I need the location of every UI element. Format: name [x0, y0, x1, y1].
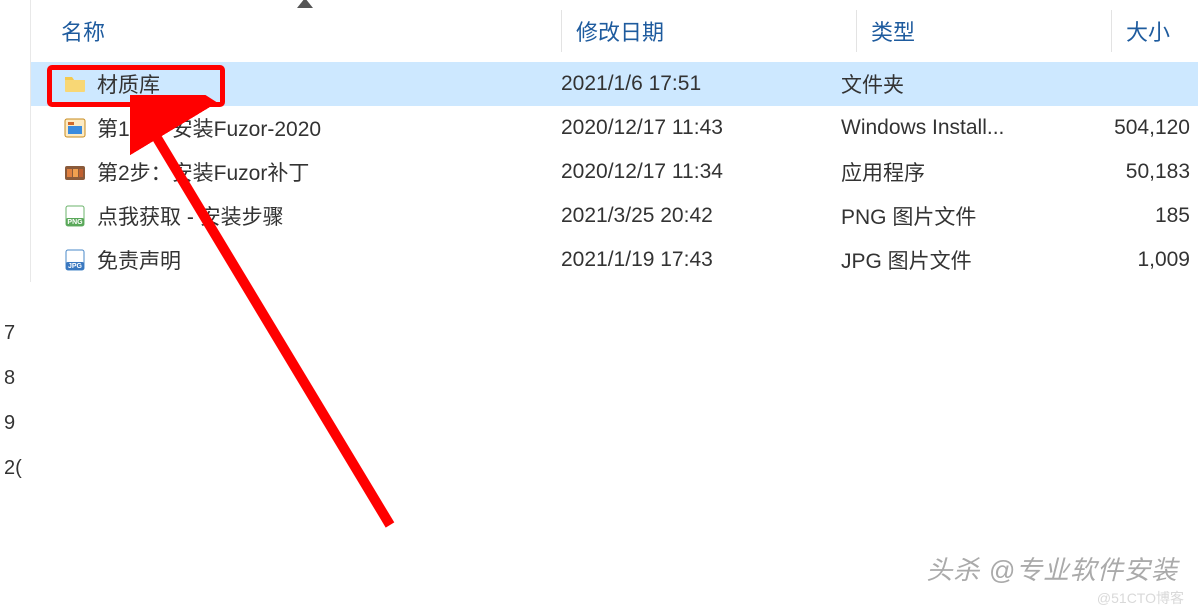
svg-text:JPG: JPG [68, 263, 83, 270]
table-row[interactable]: PNG 点我获取 - 安装步骤 2021/3/25 20:42PNG 图片文件185 [31, 194, 1198, 238]
file-size-cell: 504,120 [1081, 116, 1198, 140]
file-name-cell[interactable]: JPG 免责声明 [31, 245, 561, 275]
file-type-cell: 文件夹 [841, 69, 1081, 99]
file-date-cell: 2021/3/25 20:42 [561, 204, 841, 228]
file-size-cell: 50,183 [1081, 160, 1198, 184]
file-name-label: 点我获取 - 安装步骤 [97, 201, 284, 231]
file-size-cell: 1,009 [1081, 248, 1198, 272]
table-row[interactable]: JPG 免责声明 2021/1/19 17:43JPG 图片文件1,009 [31, 238, 1198, 282]
file-name-label: 免责声明 [97, 245, 181, 275]
file-size-cell: 185 [1081, 204, 1198, 228]
file-name-cell[interactable]: 材质库 [31, 69, 561, 99]
folder-icon [63, 72, 87, 96]
file-date-cell: 2020/12/17 11:43 [561, 116, 841, 140]
file-type-cell: PNG 图片文件 [841, 201, 1081, 231]
watermark-main: 头杀 @专业软件安装 [926, 550, 1178, 587]
file-type-cell: JPG 图片文件 [841, 245, 1081, 275]
file-date-cell: 2020/12/17 11:34 [561, 160, 841, 184]
left-ruler: 7 8 9 2( [0, 320, 25, 482]
exe-icon [63, 160, 87, 184]
column-header-size[interactable]: 大小 [1126, 15, 1198, 47]
svg-text:PNG: PNG [67, 219, 83, 226]
jpg-icon: JPG [63, 248, 87, 272]
table-row[interactable]: 第2步：安装Fuzor补丁 2020/12/17 11:34应用程序50,183 [31, 150, 1198, 194]
file-type-cell: 应用程序 [841, 157, 1081, 187]
table-row[interactable]: 材质库 2021/1/6 17:51文件夹 [31, 62, 1198, 106]
file-name-label: 第1步：安装Fuzor-2020 [97, 113, 321, 143]
file-list-pane: 名称 修改日期 类型 大小 材质库 2021/1/6 17:51文件夹第1步：安装… [30, 0, 1198, 282]
file-date-cell: 2021/1/6 17:51 [561, 72, 841, 96]
column-header-name[interactable]: 名称 [31, 15, 561, 47]
file-name-label: 材质库 [97, 69, 160, 99]
column-header-row: 名称 修改日期 类型 大小 [31, 0, 1198, 62]
file-name-cell[interactable]: PNG 点我获取 - 安装步骤 [31, 201, 561, 231]
msi-icon [63, 116, 87, 140]
png-icon: PNG [63, 204, 87, 228]
file-name-label: 第2步：安装Fuzor补丁 [97, 157, 309, 187]
file-date-cell: 2021/1/19 17:43 [561, 248, 841, 272]
file-type-cell: Windows Install... [841, 116, 1081, 140]
column-header-date[interactable]: 修改日期 [576, 15, 856, 47]
file-name-cell[interactable]: 第2步：安装Fuzor补丁 [31, 157, 561, 187]
table-row[interactable]: 第1步：安装Fuzor-2020 2020/12/17 11:43Windows … [31, 106, 1198, 150]
watermark-sub: @51CTO博客 [1097, 588, 1184, 608]
column-header-type[interactable]: 类型 [871, 15, 1111, 47]
file-name-cell[interactable]: 第1步：安装Fuzor-2020 [31, 113, 561, 143]
